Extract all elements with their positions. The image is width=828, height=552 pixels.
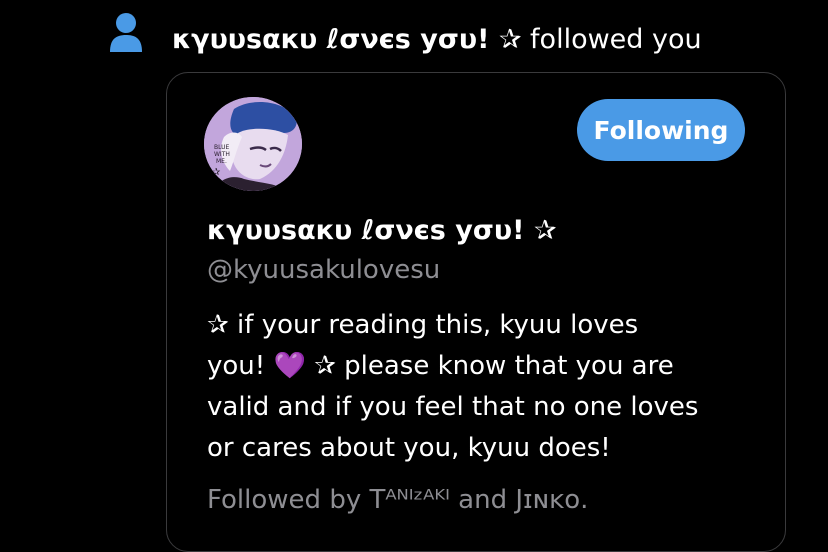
bio-line: valid and if you feel that no one loves (207, 392, 699, 422)
followed-by-text: Followed by Tᴬᴺᴵᶻᴬᴷᴵ and Jɪɴᴋᴏ. (207, 485, 589, 515)
svg-text:BLUE: BLUE (214, 144, 230, 151)
notification-text: κγυυѕαкυ ℓσνєѕ уσυ! ✰ followed you (172, 20, 702, 60)
user-handle[interactable]: @kyuusakulovesu (207, 251, 440, 289)
display-name[interactable]: κγυυѕαкυ ℓσνєѕ уσυ! ✰ (207, 212, 556, 250)
bio-line: you! 💜 ✰ please know that you are (207, 351, 674, 381)
bio-line: ✰ if your reading this, kyuu loves (207, 310, 639, 340)
person-icon (108, 12, 144, 54)
svg-text:WITH: WITH (214, 151, 230, 158)
action-text: followed you (530, 24, 702, 55)
bio-line: or cares about you, kyuu does! (207, 433, 611, 463)
following-button[interactable]: Following (577, 99, 745, 161)
profile-bio: ✰ if your reading this, kyuu loves you! … (207, 305, 767, 469)
svg-text:ME.: ME. (216, 158, 227, 165)
follow-notification[interactable]: κγυυѕαкυ ℓσνєѕ уσυ! ✰ followed you (0, 0, 828, 72)
profile-avatar[interactable]: BLUE WITH ME. ✰ (204, 97, 302, 191)
actor-name[interactable]: κγυυѕαкυ ℓσνєѕ уσυ! ✰ (172, 24, 521, 55)
